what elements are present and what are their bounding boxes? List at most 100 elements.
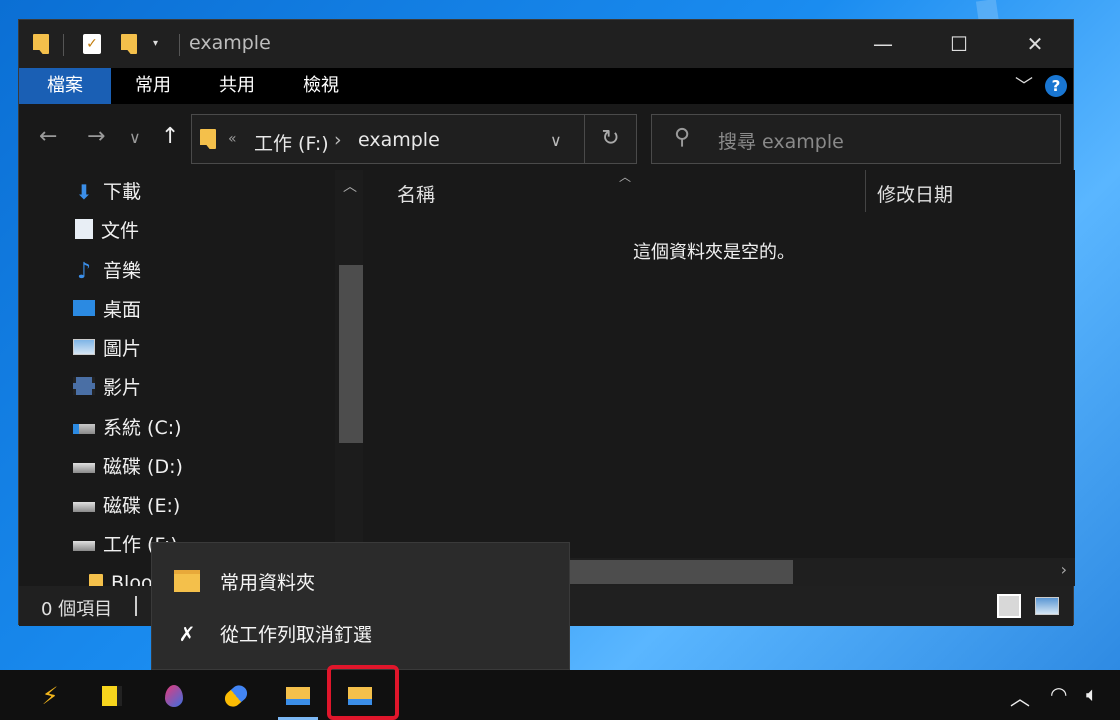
folder-icon [200,129,216,149]
column-header-modified[interactable]: 修改日期 [877,180,953,207]
navigation-scrollbar[interactable]: ︿ [335,170,363,586]
divider [63,34,64,56]
nav-item-pictures[interactable]: 圖片 [73,332,141,362]
scrollbar-thumb[interactable] [533,560,793,584]
breadcrumb-folder[interactable]: example [358,129,440,151]
breadcrumb-overflow[interactable]: « [228,131,237,147]
download-icon: ⬇ [75,180,93,204]
column-header-name[interactable]: 名稱 [397,180,435,207]
taskbar-app-ads[interactable] [214,678,258,714]
jump-list-item-unpin[interactable]: ✗ 從工作列取消釘選 [152,607,569,659]
breadcrumb-chevron-icon[interactable]: › [334,129,342,151]
column-divider[interactable] [865,170,866,212]
file-list[interactable]: 名稱 ︿ 修改日期 這個資料夾是空的。 › [363,170,1075,586]
address-bar[interactable]: « 工作 (F:) › example ∨ ↻ [191,114,637,164]
nav-item-label: 系統 (C:) [103,416,182,439]
taskbar-app-file-explorer[interactable] [276,678,320,720]
minimize-button[interactable]: — [843,20,923,68]
divider [135,596,137,616]
up-arrow-icon[interactable]: ↑ [161,124,179,149]
paint-drop-icon [165,685,183,707]
nav-item-label: 文件 [101,219,140,242]
folder-icon [33,34,49,54]
window-title: example [189,32,271,54]
scrollbar-thumb[interactable] [339,265,363,443]
taskbar-app-sticky-notes[interactable] [90,678,134,714]
nav-item-desktop[interactable]: 桌面 [73,293,141,323]
nav-item-documents[interactable]: 文件 [73,214,139,244]
document-icon [75,219,93,239]
nav-item-label: 磁碟 (E:) [103,494,181,517]
maximize-button[interactable]: ☐ [919,20,999,68]
sort-indicator-icon: ︿ [619,170,632,184]
nav-item-drive-d[interactable]: 磁碟 (D:) [73,450,183,480]
new-folder-icon[interactable] [121,34,137,54]
sticky-note-icon [102,686,122,706]
video-icon [73,377,95,395]
navigation-pane[interactable]: ⬇ 下載 文件 ♪ 音樂 桌面 圖片 影片 系統 (C:) 磁碟 (D:) 磁碟… [19,170,363,586]
drive-icon [73,502,95,512]
tab-file[interactable]: 檔案 [19,68,111,104]
drive-icon [73,463,95,473]
folder-icon [174,570,200,592]
back-arrow-icon[interactable]: ← [39,124,57,149]
close-button[interactable]: ✕ [995,20,1075,68]
help-icon[interactable]: ? [1045,75,1067,97]
properties-icon[interactable]: ✓ [83,34,101,54]
divider [179,34,180,56]
nav-item-label: 磁碟 (D:) [103,455,183,478]
breadcrumb-drive[interactable]: 工作 (F:) [254,129,329,156]
item-count: 0 個項目 [41,599,113,620]
search-icon: ⚲ [674,125,691,150]
nav-item-label: 桌面 [103,298,142,321]
nav-item-downloads[interactable]: ⬇ 下載 [73,175,141,205]
navigation-bar: ← → ∨ ↑ « 工作 (F:) › example ∨ ↻ ⚲ 搜尋 exa… [19,104,1073,170]
scroll-right-icon[interactable]: › [1061,560,1067,579]
nav-item-label: 下載 [103,180,142,203]
forward-arrow-icon[interactable]: → [87,124,105,149]
tab-share[interactable]: 共用 [195,68,279,104]
jump-list-label: 從工作列取消釘選 [220,623,373,646]
highlight-annotation [327,665,399,720]
wifi-icon[interactable]: ◠ [1050,682,1067,706]
google-ads-icon [221,682,251,710]
recent-locations-chevron-icon[interactable]: ∨ [129,128,141,147]
show-hidden-icons-chevron-icon[interactable]: ︿ [1010,682,1030,711]
nav-item-label: 圖片 [103,337,142,360]
system-drive-icon [73,424,95,434]
empty-folder-message: 這個資料夾是空的。 [633,242,795,263]
search-input[interactable]: ⚲ 搜尋 example [651,114,1061,164]
nav-item-music[interactable]: ♪ 音樂 [73,254,141,284]
large-icons-view-icon[interactable] [1035,597,1059,615]
address-dropdown-icon[interactable]: ∨ [550,131,562,150]
taskbar-app-bolt[interactable]: ⚡ [28,678,72,714]
nav-item-folder[interactable]: Bloo [89,568,153,586]
jump-list-label: 常用資料夾 [220,571,316,594]
tab-home[interactable]: 常用 [111,68,195,104]
nav-item-label: 音樂 [103,259,142,282]
taskbar-app-paint[interactable] [152,678,196,714]
music-icon: ♪ [76,259,92,284]
details-view-icon[interactable] [997,594,1021,618]
nav-item-videos[interactable]: 影片 [73,371,141,401]
search-placeholder: 搜尋 example [718,131,844,153]
refresh-icon[interactable]: ↻ [584,115,636,163]
nav-item-drive-e[interactable]: 磁碟 (E:) [73,489,180,519]
quick-access-dropdown-icon[interactable]: ▾ [153,38,158,49]
title-bar[interactable]: ✓ ▾ example — ☐ ✕ [19,20,1073,68]
expand-ribbon-chevron-icon[interactable]: ﹀ [1015,72,1033,98]
unpin-icon: ✗ [178,622,196,646]
desktop-icon [73,300,95,316]
taskbar-jump-list: 常用資料夾 ✗ 從工作列取消釘選 [151,542,570,670]
scroll-up-icon[interactable]: ︿ [343,176,357,196]
jump-list-item-quick-access[interactable]: 常用資料夾 [152,555,569,607]
volume-icon[interactable]: 🔈︎ [1086,682,1098,706]
tab-view[interactable]: 檢視 [279,68,363,104]
lightning-icon: ⚡ [41,682,59,710]
nav-item-drive-c[interactable]: 系統 (C:) [73,411,182,441]
pictures-icon [73,339,95,355]
ribbon-tabs: 檔案 常用 共用 檢視 ﹀ ? [19,68,1073,104]
taskbar: ⚡ ︿ ◠ 🔈︎ [0,670,1120,720]
nav-item-label: 影片 [103,376,142,399]
folder-icon [89,574,103,586]
